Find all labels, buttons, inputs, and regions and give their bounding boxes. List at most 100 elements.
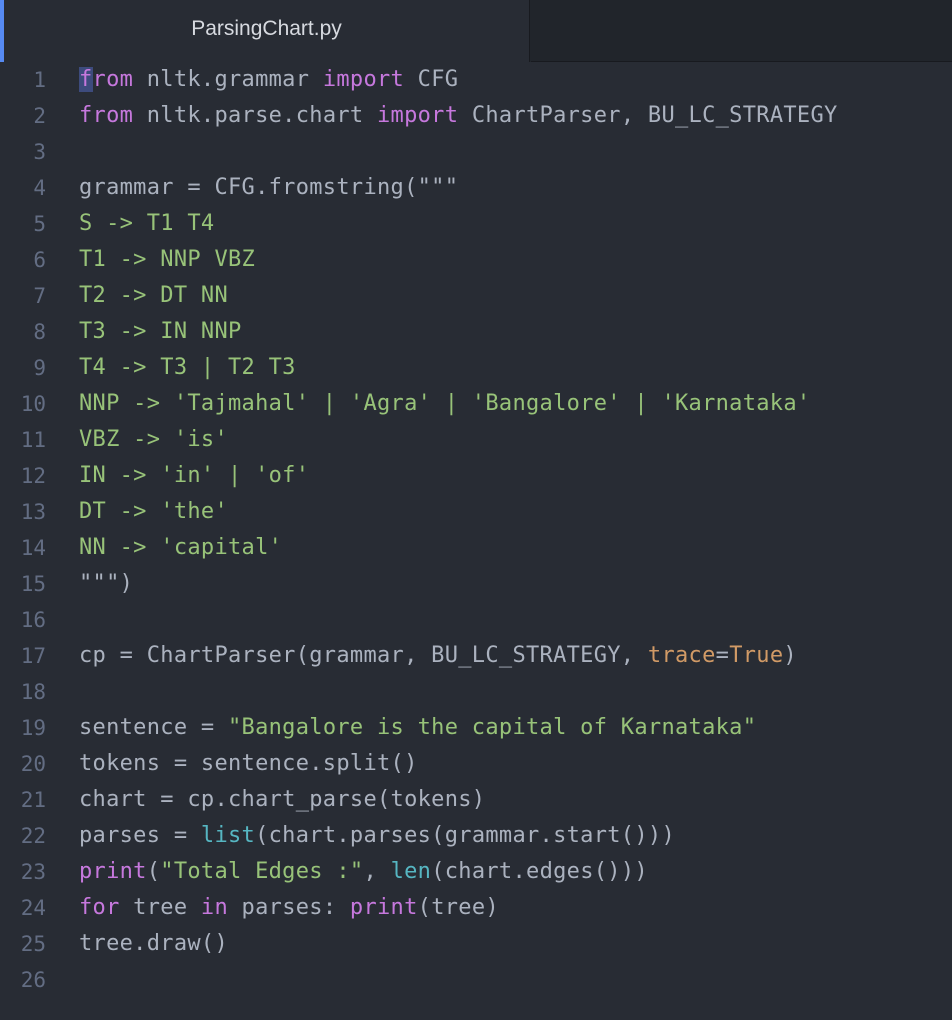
code-line[interactable]: 23 print("Total Edges :", len(chart.edges…: [0, 854, 952, 890]
code-token: (chart.edges())): [431, 859, 648, 884]
code-line[interactable]: 24 for tree in parses: print(tree): [0, 890, 952, 926]
line-content: chart = cp.chart_parse(tokens): [79, 787, 485, 813]
line-content: DT -> 'the': [79, 499, 228, 525]
code-token: from: [79, 103, 134, 128]
code-line[interactable]: 18: [0, 674, 952, 710]
code-token: nltk.parse.chart: [133, 103, 377, 128]
code-line[interactable]: 25 tree.draw(): [0, 926, 952, 962]
code-token: list: [200, 823, 256, 848]
code-token: IN -> 'in' | 'of': [79, 463, 310, 488]
code-editor[interactable]: ParsingChart.py 1 from nltk.grammar impor…: [0, 0, 952, 1020]
line-number: 11: [20, 428, 46, 452]
code-token: chart = cp.chart_parse(tokens): [79, 787, 486, 812]
code-token: ): [119, 571, 134, 596]
code-line[interactable]: 5 S -> T1 T4: [0, 206, 952, 242]
code-line[interactable]: 20 tokens = sentence.split(): [0, 746, 952, 782]
line-number: 26: [20, 968, 46, 992]
code-token: parses =: [79, 823, 201, 848]
code-token: "Total Edges :": [160, 859, 364, 884]
code-token: nltk.grammar: [133, 67, 323, 92]
code-token: trace: [647, 643, 716, 668]
line-content: sentence = "Bangalore is the capital of …: [79, 715, 756, 741]
line-content: from nltk.grammar import CFG: [79, 67, 458, 93]
line-content: tokens = sentence.split(): [79, 751, 418, 777]
line-content: for tree in parses: print(tree): [79, 895, 499, 921]
line-number: 9: [33, 356, 46, 380]
tab-bar: ParsingChart.py: [0, 0, 952, 62]
line-content: NNP -> 'Tajmahal' | 'Agra' | 'Bangalore'…: [79, 391, 810, 417]
code-line[interactable]: 7 T2 -> DT NN: [0, 278, 952, 314]
code-token: T3 -> IN NNP: [79, 319, 242, 344]
line-number: 20: [20, 752, 46, 776]
code-token: len: [390, 859, 432, 884]
code-token: (: [146, 859, 161, 884]
tab-title: ParsingChart.py: [191, 17, 342, 40]
line-number: 15: [20, 572, 46, 596]
code-token: """: [417, 175, 459, 200]
code-token: """: [79, 571, 120, 596]
code-token: for: [79, 895, 120, 920]
line-number: 2: [33, 104, 46, 128]
line-content: print("Total Edges :", len(chart.edges()…: [79, 859, 648, 885]
code-token: from: [79, 67, 134, 92]
line-number: 13: [20, 500, 46, 524]
line-content: T1 -> NNP VBZ: [79, 247, 255, 273]
line-number: 10: [20, 392, 46, 416]
code-token: grammar = CFG.fromstring(: [79, 175, 418, 200]
code-token: T1 -> NNP VBZ: [79, 247, 256, 272]
line-number: 23: [20, 860, 46, 884]
line-content: S -> T1 T4: [79, 211, 214, 237]
code-line[interactable]: 1 from nltk.grammar import CFG: [0, 62, 952, 98]
code-token: True: [729, 643, 784, 668]
line-content: tree.draw(): [79, 931, 228, 957]
line-number: 3: [33, 140, 46, 164]
code-token: =: [715, 643, 730, 668]
code-line[interactable]: 16: [0, 602, 952, 638]
code-line[interactable]: 12 IN -> 'in' | 'of': [0, 458, 952, 494]
code-token: import: [322, 67, 405, 92]
code-line[interactable]: 19 sentence = "Bangalore is the capital o…: [0, 710, 952, 746]
tab-parsingchart[interactable]: ParsingChart.py: [0, 0, 530, 62]
code-line[interactable]: 8 T3 -> IN NNP: [0, 314, 952, 350]
code-line[interactable]: 13 DT -> 'the': [0, 494, 952, 530]
code-line[interactable]: 10 NNP -> 'Tajmahal' | 'Agra' | 'Bangalor…: [0, 386, 952, 422]
code-line[interactable]: 22 parses = list(chart.parses(grammar.sta…: [0, 818, 952, 854]
code-line[interactable]: 17 cp = ChartParser(grammar, BU_LC_STRATE…: [0, 638, 952, 674]
line-number: 8: [33, 320, 46, 344]
code-line[interactable]: 4 grammar = CFG.fromstring(""": [0, 170, 952, 206]
line-number: 14: [20, 536, 46, 560]
line-content: IN -> 'in' | 'of': [79, 463, 309, 489]
code-line[interactable]: 9 T4 -> T3 | T2 T3: [0, 350, 952, 386]
line-number: 1: [33, 68, 46, 92]
line-content: VBZ -> 'is': [79, 427, 228, 453]
code-line[interactable]: 26: [0, 962, 952, 998]
line-content: T3 -> IN NNP: [79, 319, 242, 345]
code-token: DT -> 'the': [79, 499, 228, 524]
code-token: print: [349, 895, 418, 920]
line-number: 21: [20, 788, 46, 812]
code-area[interactable]: 1 from nltk.grammar import CFG 2 from nltk.…: [0, 62, 952, 998]
code-line[interactable]: 6 T1 -> NNP VBZ: [0, 242, 952, 278]
code-token: cp = ChartParser(grammar, BU_LC_STRATEGY…: [79, 643, 648, 668]
line-content: cp = ChartParser(grammar, BU_LC_STRATEGY…: [79, 643, 797, 669]
code-line[interactable]: 3: [0, 134, 952, 170]
line-content: from nltk.parse.chart import ChartParser…: [79, 103, 838, 129]
line-number: 5: [33, 212, 46, 236]
tab-bar-empty-area: [531, 0, 952, 62]
code-line[interactable]: 11 VBZ -> 'is': [0, 422, 952, 458]
code-line[interactable]: 2 from nltk.parse.chart import ChartParse…: [0, 98, 952, 134]
code-token: CFG: [404, 67, 459, 92]
code-token: T4 -> T3 | T2 T3: [79, 355, 296, 380]
code-token: sentence =: [79, 715, 228, 740]
code-token: tokens = sentence.split(): [79, 751, 418, 776]
code-token: ): [783, 643, 797, 668]
line-content: """): [79, 571, 133, 597]
line-number: 7: [33, 284, 46, 308]
code-token: in: [200, 895, 229, 920]
code-line[interactable]: 15 """): [0, 566, 952, 602]
code-line[interactable]: 21 chart = cp.chart_parse(tokens): [0, 782, 952, 818]
code-token: (chart.parses(grammar.start())): [255, 823, 675, 848]
line-number: 19: [20, 716, 46, 740]
code-token: ChartParser, BU_LC_STRATEGY: [458, 103, 838, 128]
code-line[interactable]: 14 NN -> 'capital': [0, 530, 952, 566]
